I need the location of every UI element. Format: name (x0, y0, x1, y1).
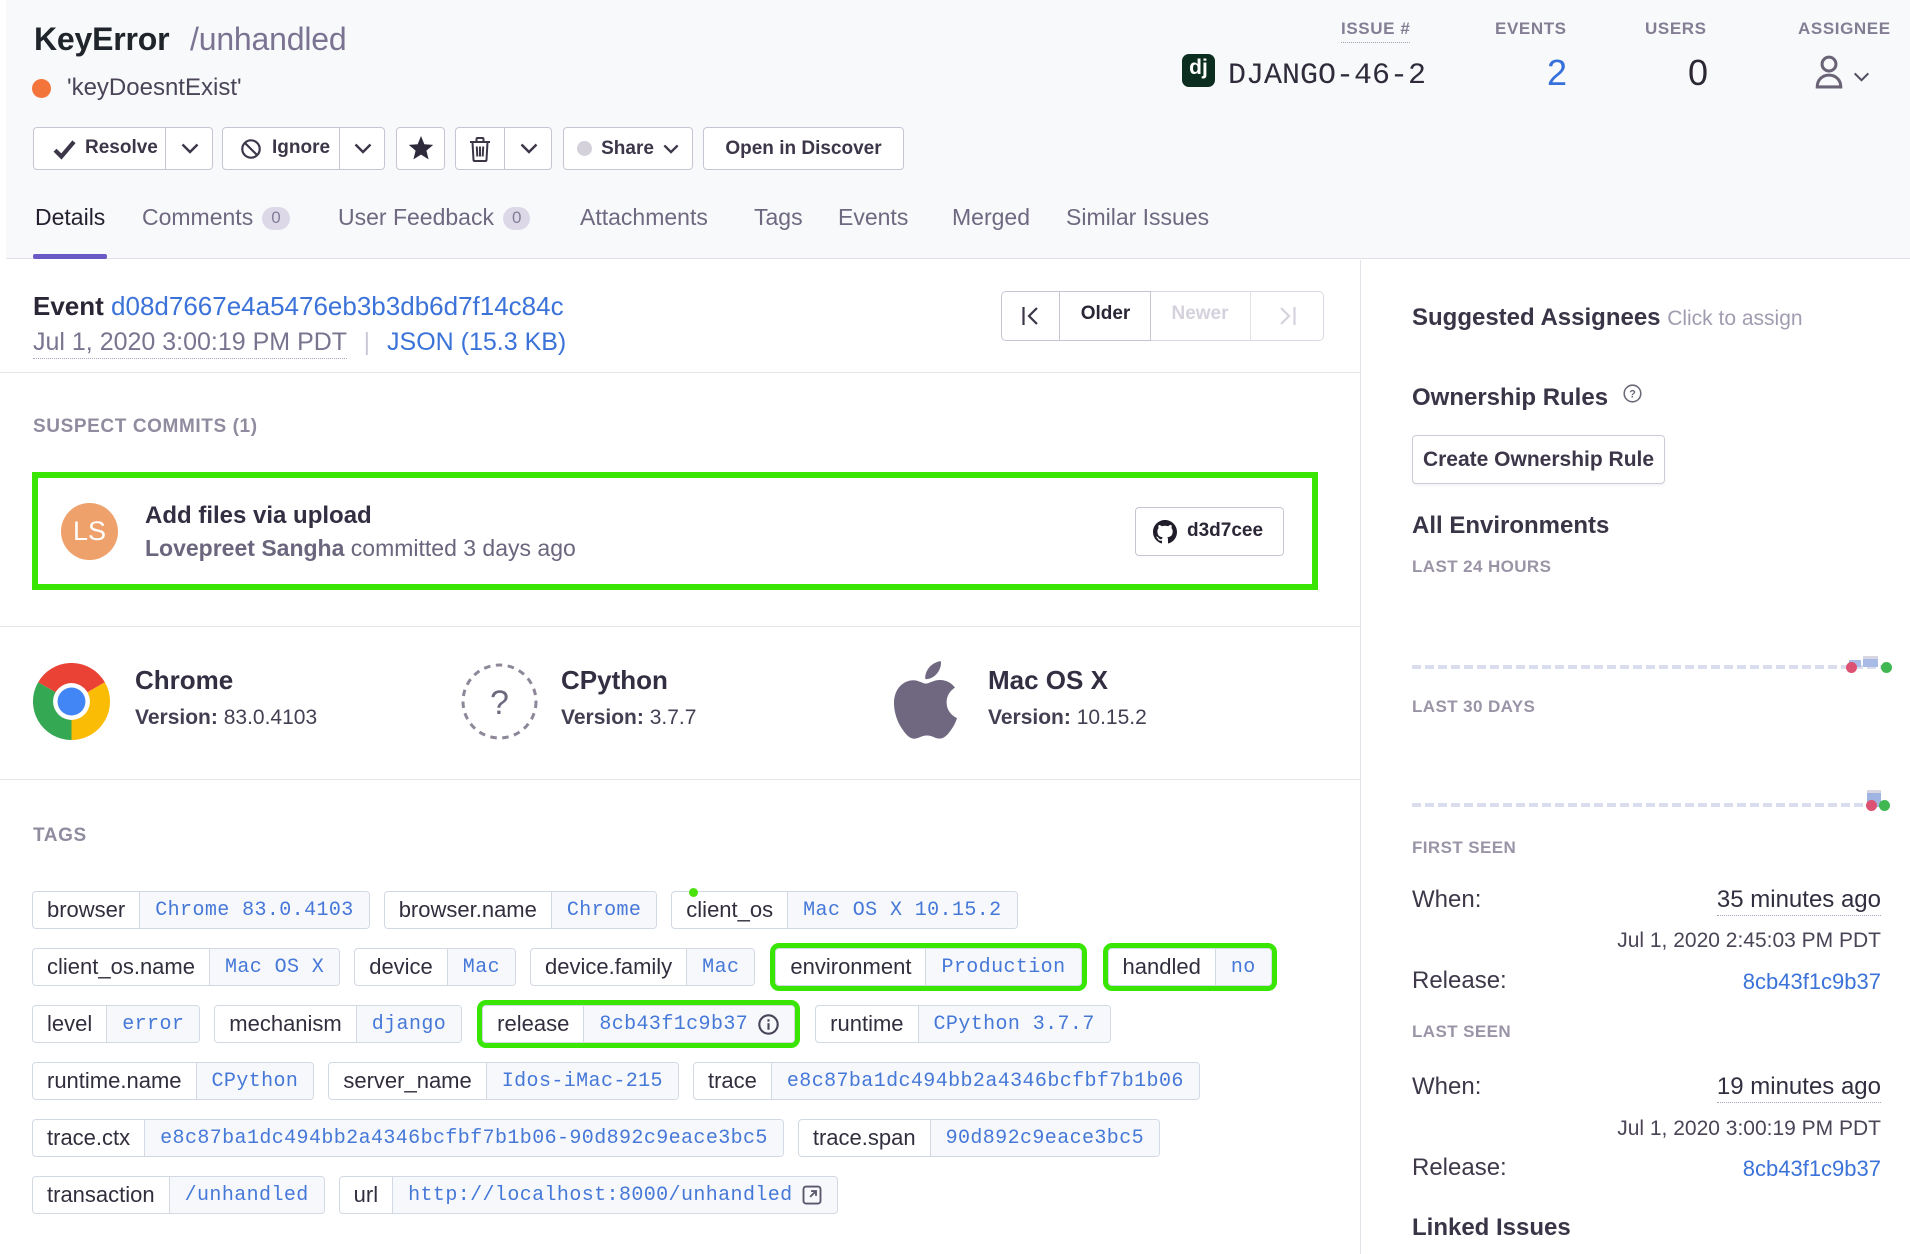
svg-text:?: ? (490, 684, 509, 722)
svg-text:?: ? (1629, 388, 1636, 400)
